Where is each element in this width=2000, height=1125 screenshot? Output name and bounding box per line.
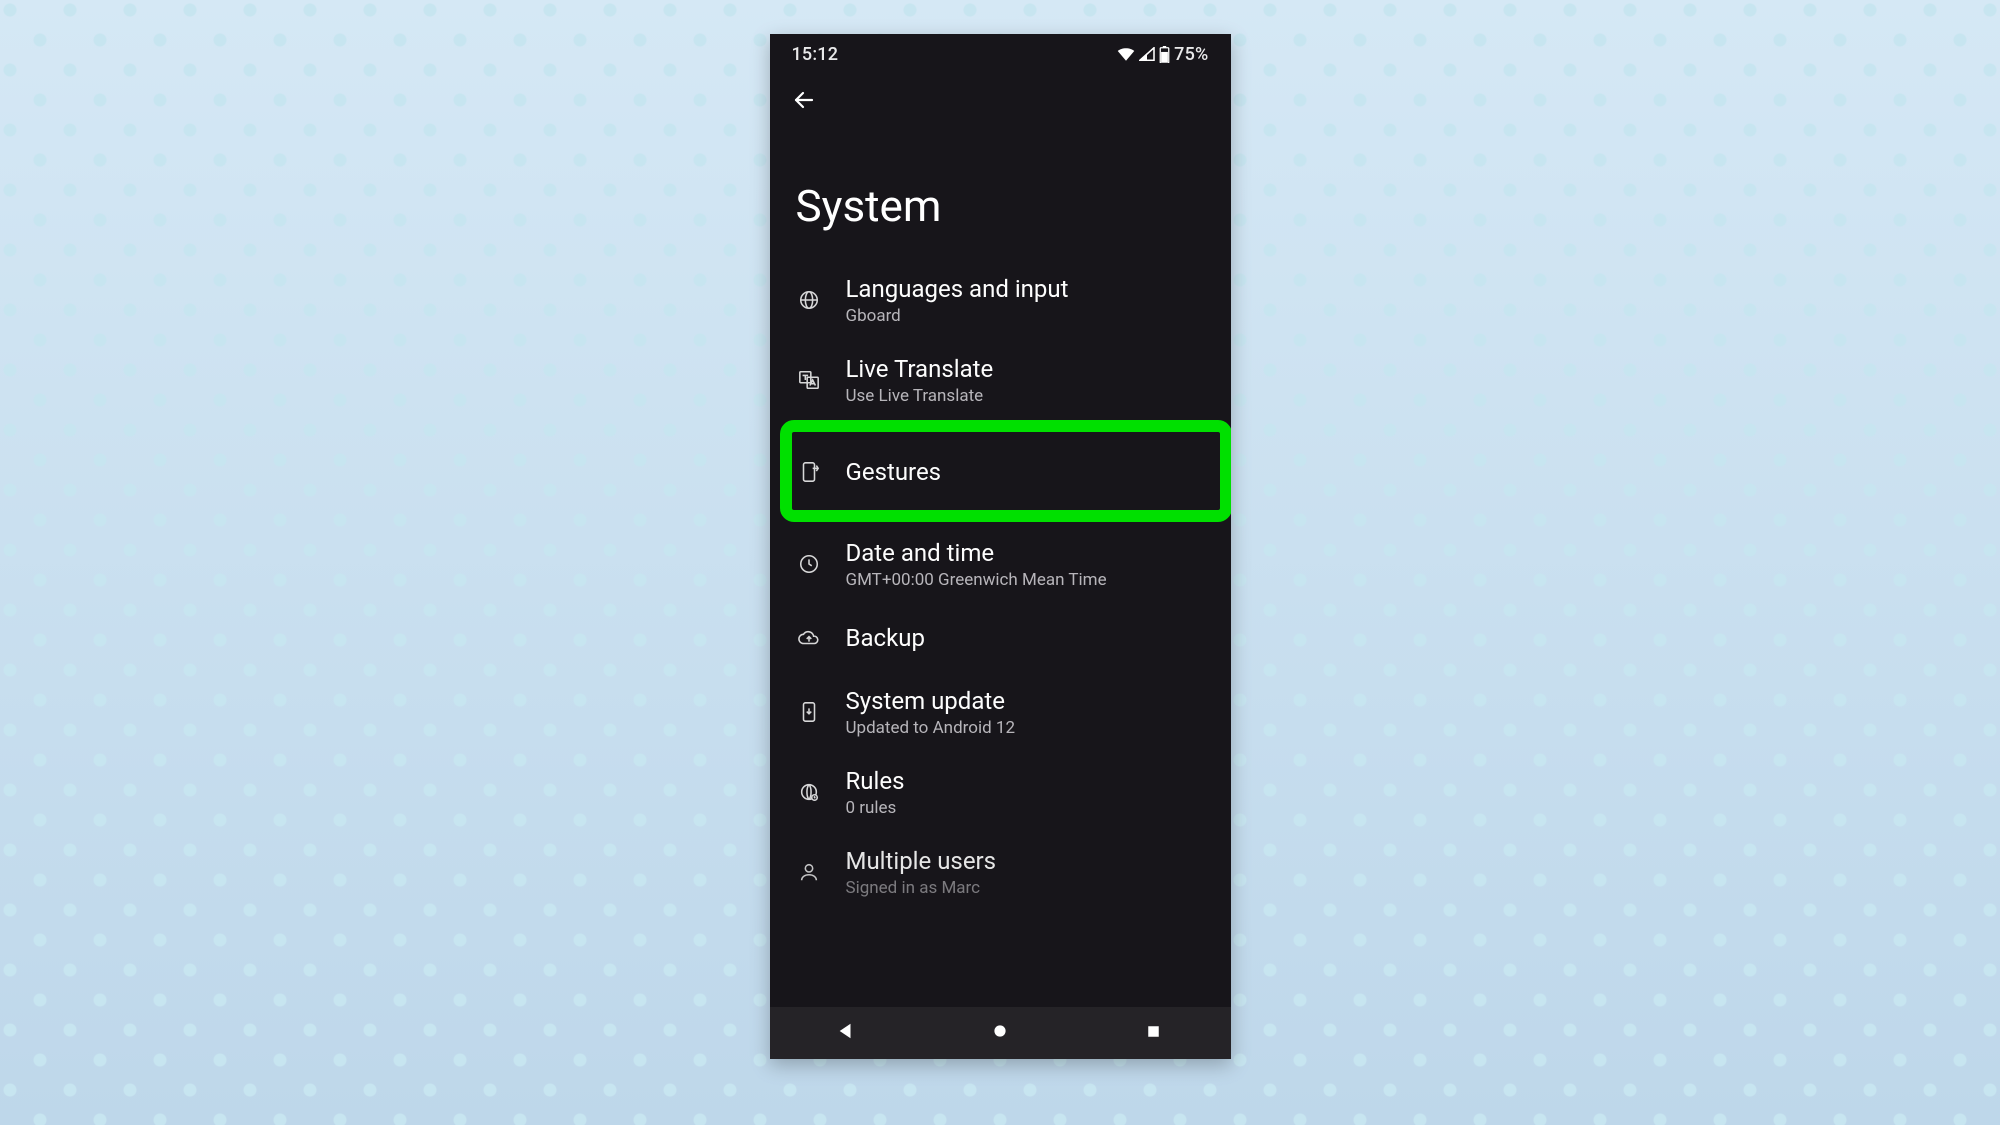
clock-icon xyxy=(794,549,824,579)
row-subtitle: Gboard xyxy=(846,306,1069,326)
row-multiple-users[interactable]: Multiple users Signed in as Marc xyxy=(770,832,1231,912)
nav-back-icon xyxy=(837,1022,855,1044)
nav-home-icon xyxy=(992,1023,1008,1043)
settings-list: Languages and input Gboard Live Translat… xyxy=(770,260,1231,912)
battery-icon xyxy=(1159,46,1170,63)
row-system-update[interactable]: System update Updated to Android 12 xyxy=(770,672,1231,752)
person-icon xyxy=(794,857,824,887)
row-gestures[interactable]: Gestures xyxy=(770,420,1231,524)
arrow-left-icon xyxy=(792,88,816,116)
row-title: Date and time xyxy=(846,538,1107,568)
row-subtitle: Use Live Translate xyxy=(846,386,994,406)
row-subtitle: 0 rules xyxy=(846,798,905,818)
gestures-icon xyxy=(794,457,824,487)
status-bar: 15:12 75% xyxy=(770,34,1231,74)
row-date-time[interactable]: Date and time GMT+00:00 Greenwich Mean T… xyxy=(770,524,1231,604)
phone-frame: 15:12 75% System xyxy=(770,34,1231,1059)
cloud-upload-icon xyxy=(794,623,824,653)
row-title: Multiple users xyxy=(846,846,997,876)
battery-percent: 75% xyxy=(1174,44,1208,65)
back-button[interactable] xyxy=(788,86,820,118)
signal-icon xyxy=(1139,47,1155,61)
nav-home-button[interactable] xyxy=(988,1021,1012,1045)
row-backup[interactable]: Backup xyxy=(770,604,1231,672)
translate-icon xyxy=(794,365,824,395)
system-update-icon xyxy=(794,697,824,727)
status-time: 15:12 xyxy=(792,44,839,65)
row-languages-input[interactable]: Languages and input Gboard xyxy=(770,260,1231,340)
row-title: Rules xyxy=(846,766,905,796)
rules-icon xyxy=(794,777,824,807)
row-subtitle: Updated to Android 12 xyxy=(846,718,1016,738)
row-title: Languages and input xyxy=(846,274,1069,304)
row-title: Gestures xyxy=(846,457,942,487)
row-title: System update xyxy=(846,686,1016,716)
page-title: System xyxy=(770,130,1231,260)
status-indicators: 75% xyxy=(1117,44,1208,65)
row-title: Live Translate xyxy=(846,354,994,384)
row-rules[interactable]: Rules 0 rules xyxy=(770,752,1231,832)
row-live-translate[interactable]: Live Translate Use Live Translate xyxy=(770,340,1231,420)
page-background: 15:12 75% System xyxy=(0,0,2000,1125)
row-subtitle: Signed in as Marc xyxy=(846,878,997,898)
android-nav-bar xyxy=(770,1007,1231,1059)
row-title: Backup xyxy=(846,623,925,653)
nav-recent-icon xyxy=(1146,1024,1161,1043)
row-subtitle: GMT+00:00 Greenwich Mean Time xyxy=(846,570,1107,590)
wifi-icon xyxy=(1117,47,1135,61)
nav-back-button[interactable] xyxy=(834,1021,858,1045)
toolbar xyxy=(770,74,1231,130)
globe-icon xyxy=(794,285,824,315)
nav-recent-button[interactable] xyxy=(1142,1021,1166,1045)
